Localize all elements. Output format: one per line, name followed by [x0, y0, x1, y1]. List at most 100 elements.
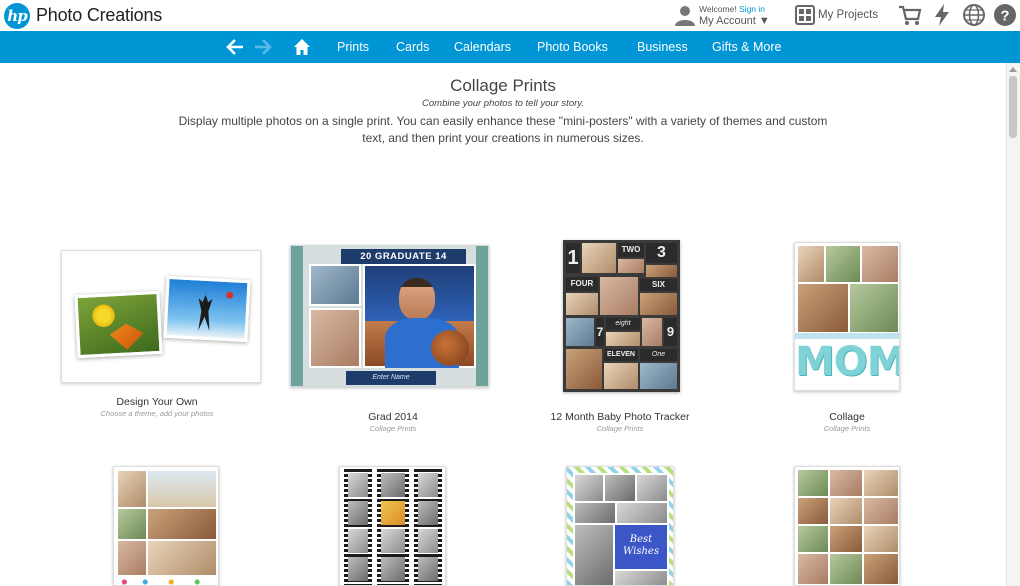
globe-icon[interactable]: [962, 3, 986, 27]
month-label: 9: [664, 318, 677, 346]
product-family-collage[interactable]: [113, 466, 219, 586]
product-name[interactable]: 12 Month Baby Photo Tracker: [520, 411, 720, 423]
jumping-person-photo: [163, 275, 251, 343]
product-category: Choose a theme, add your photos: [100, 409, 214, 418]
best-wishes-overlay-text: Best Wishes: [615, 525, 667, 569]
film-frame: [418, 529, 438, 553]
page-description: Display multiple photos on a single prin…: [178, 114, 828, 145]
nav-prints[interactable]: Prints: [337, 40, 369, 54]
nav-business[interactable]: Business: [637, 40, 688, 54]
nav-photo-books[interactable]: Photo Books: [537, 40, 608, 54]
month-label: eight: [606, 318, 640, 330]
flash-icon[interactable]: [930, 3, 954, 27]
grad-photo-cap: [309, 264, 361, 306]
brand-name[interactable]: Photo Creations: [36, 5, 162, 26]
collage-photo: [864, 554, 898, 584]
product-category: Collage Prints: [369, 424, 417, 433]
collage-photo: [118, 541, 146, 575]
nav-calendars[interactable]: Calendars: [454, 40, 511, 54]
collage-photo: [830, 526, 862, 552]
account-menu[interactable]: Welcome! Sign in My Account ▼: [699, 3, 770, 27]
collage-photo: [864, 498, 898, 524]
product-name[interactable]: Grad 2014: [293, 411, 493, 423]
collage-photo: [830, 554, 862, 584]
film-frame: [348, 529, 368, 553]
collage-photo: [798, 470, 828, 496]
product-collage-mom[interactable]: MOM: [794, 242, 900, 391]
cart-icon[interactable]: [898, 3, 922, 27]
home-icon[interactable]: [293, 38, 311, 56]
film-frame: [348, 501, 368, 525]
baby-photo: [646, 265, 677, 277]
collage-photo: [864, 470, 898, 496]
collage-photo: [575, 475, 603, 501]
month-label: FOUR: [566, 277, 598, 291]
month-label: 7: [596, 318, 604, 346]
collage-photo: [826, 246, 860, 282]
film-frame: [381, 501, 405, 525]
page-title: Collage Prints: [450, 76, 556, 95]
collage-photo: [605, 475, 635, 501]
mom-overlay-text: MOM: [795, 339, 900, 385]
butterfly-photo: [74, 290, 163, 359]
top-bar: hp Photo Creations Welcome! Sign in My A…: [0, 0, 1020, 31]
product-film-strip[interactable]: [339, 466, 446, 586]
grad-main-photo: [363, 264, 476, 368]
baby-photo: [606, 332, 640, 346]
scrollbar[interactable]: [1006, 63, 1020, 586]
film-frame: [381, 557, 405, 581]
collage-photo: [798, 246, 824, 282]
help-icon[interactable]: ?: [993, 3, 1017, 27]
sign-in-link[interactable]: Sign in: [739, 4, 765, 14]
product-design-your-own[interactable]: [61, 250, 261, 383]
film-frame: [348, 473, 368, 497]
collage-photo: [830, 498, 862, 524]
nav-gifts-more[interactable]: Gifts & More: [712, 40, 781, 54]
scroll-up-arrow[interactable]: [1009, 67, 1017, 72]
svg-text:?: ?: [1000, 8, 1009, 25]
baby-photo: [618, 259, 644, 273]
main-nav: Prints Cards Calendars Photo Books Busin…: [0, 31, 1020, 63]
product-grid-collage[interactable]: [794, 466, 900, 586]
user-icon[interactable]: [674, 4, 696, 26]
hp-logo[interactable]: hp: [4, 3, 30, 29]
forward-arrow-icon[interactable]: [253, 37, 273, 57]
collage-photo: [148, 509, 216, 539]
nav-cards[interactable]: Cards: [396, 40, 429, 54]
baby-photo: [566, 293, 598, 315]
month-label: 3: [646, 243, 677, 263]
product-name[interactable]: Collage: [747, 411, 947, 423]
my-projects-link[interactable]: My Projects: [818, 9, 878, 21]
product-best-wishes[interactable]: Best Wishes: [566, 466, 674, 586]
product-category: Collage Prints: [823, 424, 871, 433]
baby-photo: [604, 363, 638, 389]
collage-photo: [830, 470, 862, 496]
month-label: TWO: [618, 243, 644, 257]
collage-photo: [864, 526, 898, 552]
scrollbar-thumb[interactable]: [1009, 76, 1017, 138]
product-baby-tracker[interactable]: 1 TWO 3 FOUR SIX 7 eight 9 ELEVEN One: [563, 240, 680, 392]
collage-photo: [862, 246, 898, 282]
film-frame: [348, 557, 368, 581]
product-name[interactable]: Design Your Own: [57, 396, 257, 408]
grad-name-field: Enter Name: [346, 371, 436, 385]
product-grad-2014[interactable]: 20 GRADUATE 14 Enter Name: [290, 245, 489, 387]
my-account-dropdown[interactable]: My Account ▼: [699, 15, 770, 27]
page-subtitle: Combine your photos to tell your story.: [422, 98, 584, 109]
month-label: 1: [566, 243, 580, 273]
collage-photo: [575, 503, 615, 523]
collage-photo: [148, 541, 216, 575]
baby-photo: [582, 243, 616, 273]
collage-photo: [148, 471, 216, 507]
baby-photo: [642, 318, 662, 346]
baby-photo: [600, 277, 638, 315]
projects-icon[interactable]: [795, 5, 815, 25]
back-arrow-icon[interactable]: [225, 37, 245, 57]
collage-photo: [617, 503, 667, 523]
film-frame: [418, 557, 438, 581]
collage-photo: [637, 475, 667, 501]
collage-photo: [615, 571, 667, 585]
film-frame: [418, 473, 438, 497]
baby-photo: [566, 349, 602, 389]
collage-photo: [798, 526, 828, 552]
